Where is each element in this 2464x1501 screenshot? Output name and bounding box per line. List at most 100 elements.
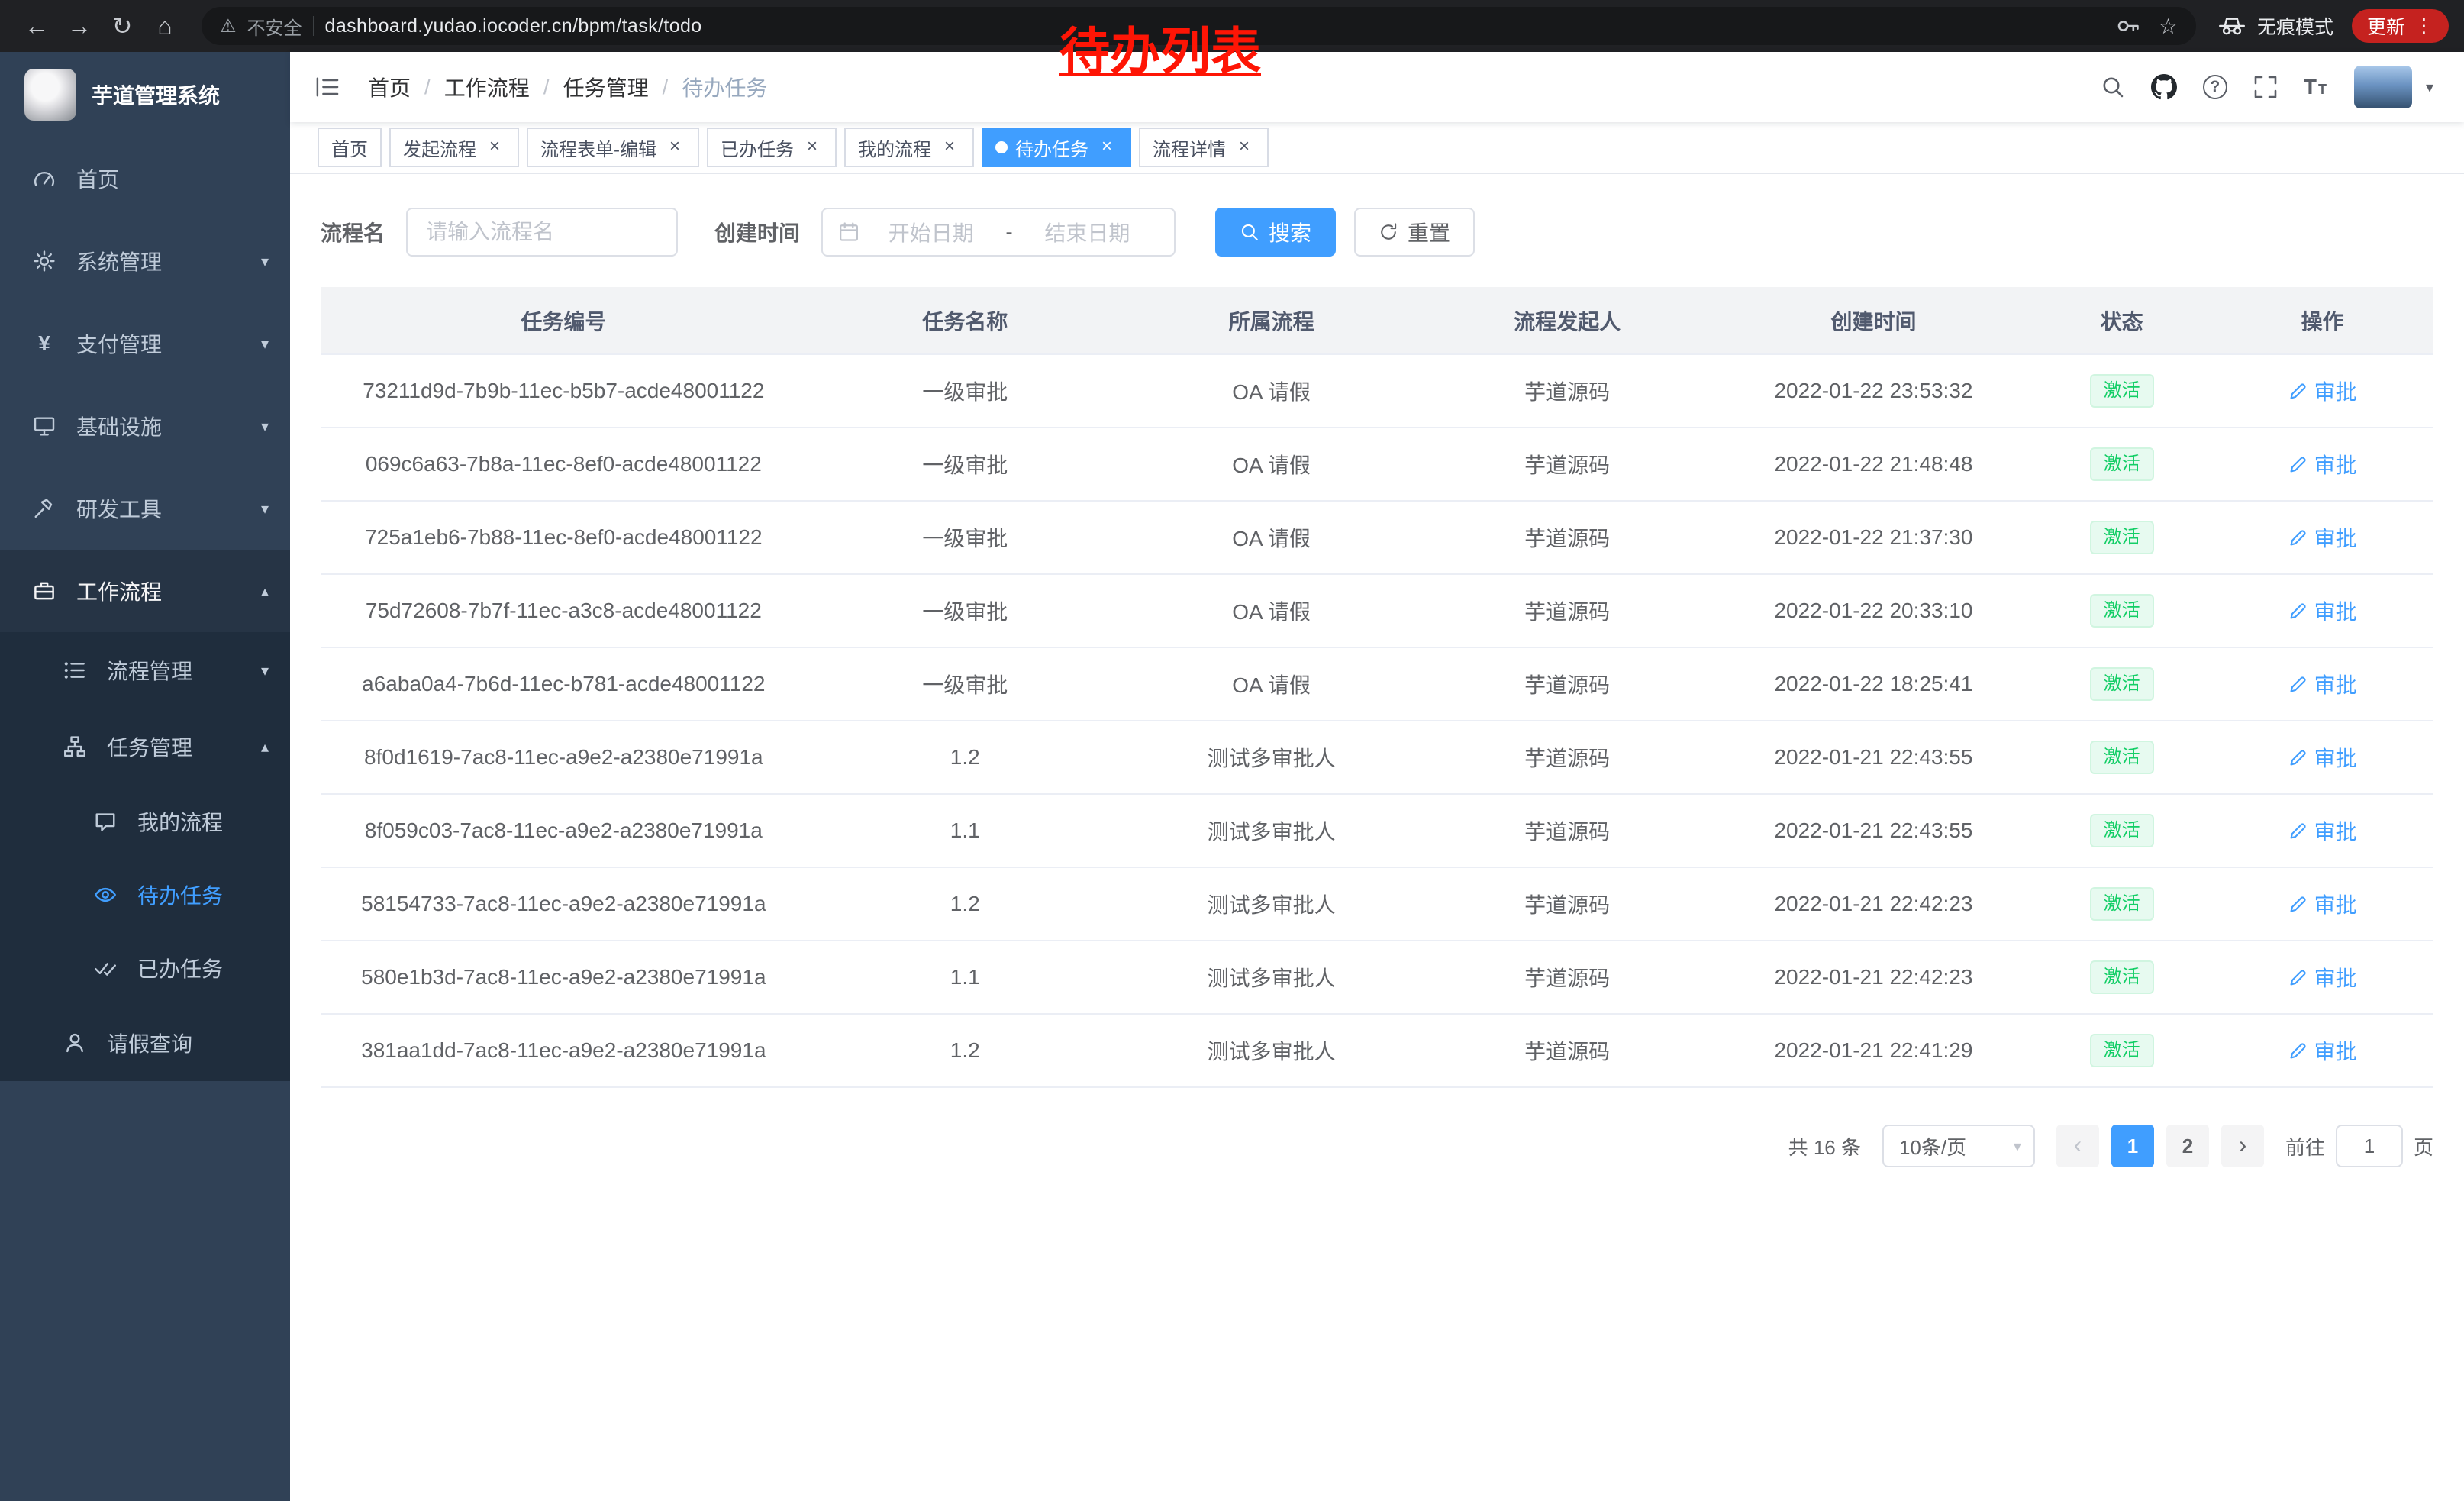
sidebar-item-process-management[interactable]: 流程管理 ▾ — [0, 632, 290, 709]
date-range-picker[interactable]: 开始日期 - 结束日期 — [821, 208, 1176, 257]
cell-task-name: 1.2 — [807, 867, 1124, 941]
incognito-label: 无痕模式 — [2257, 12, 2333, 40]
page-url[interactable]: dashboard.yudao.iocoder.cn/bpm/task/todo — [325, 15, 702, 37]
browser-update-button[interactable]: 更新 ⋮ — [2352, 9, 2449, 43]
menu-dots-icon[interactable]: ⋮ — [2414, 15, 2433, 37]
password-key-icon[interactable] — [2116, 14, 2140, 38]
search-icon[interactable] — [2101, 75, 2125, 99]
table-row: a6aba0a4-7b6d-11ec-b781-acde48001122 一级审… — [321, 647, 2433, 721]
status-badge: 激活 — [2090, 1034, 2154, 1067]
search-button[interactable]: 搜索 — [1215, 208, 1336, 257]
process-name-input[interactable] — [406, 208, 678, 257]
browser-home-icon[interactable]: ⌂ — [144, 5, 186, 47]
sidebar-item-devtools[interactable]: 研发工具 ▾ — [0, 467, 290, 550]
approve-link[interactable]: 审批 — [2288, 522, 2357, 553]
close-icon[interactable]: × — [664, 137, 685, 158]
cell-status: 激活 — [2032, 941, 2211, 1014]
user-avatar[interactable] — [2354, 66, 2412, 108]
page-button-2[interactable]: 2 — [2166, 1125, 2209, 1167]
sidebar-item-my-process[interactable]: 我的流程 — [0, 785, 290, 858]
github-icon[interactable] — [2151, 74, 2177, 100]
reset-button[interactable]: 重置 — [1354, 208, 1475, 257]
start-date-placeholder[interactable]: 开始日期 — [859, 217, 1002, 247]
approve-link[interactable]: 审批 — [2288, 962, 2357, 993]
sidebar-item-home[interactable]: 首页 — [0, 137, 290, 220]
tab-todo-tasks-active[interactable]: 待办任务 × — [982, 128, 1131, 167]
tab-my-process[interactable]: 我的流程 × — [844, 128, 974, 167]
approve-link[interactable]: 审批 — [2288, 669, 2357, 699]
approve-link[interactable]: 审批 — [2288, 376, 2357, 406]
breadcrumb-workflow[interactable]: 工作流程 — [444, 72, 530, 102]
chevron-down-icon: ▾ — [261, 334, 269, 353]
cell-status: 激活 — [2032, 867, 2211, 941]
sidebar-item-todo-tasks[interactable]: 待办任务 — [0, 858, 290, 931]
tab-process-form-edit[interactable]: 流程表单-编辑 × — [527, 128, 699, 167]
close-icon[interactable]: × — [484, 137, 505, 158]
omnibox-divider — [313, 16, 314, 36]
sidebar-item-task-management[interactable]: 任务管理 ▴ — [0, 709, 290, 785]
cell-initiator: 芋道源码 — [1419, 574, 1715, 647]
goto-page-input[interactable] — [2336, 1125, 2403, 1167]
active-dot-icon — [995, 141, 1008, 153]
approve-link[interactable]: 审批 — [2288, 889, 2357, 919]
close-icon[interactable]: × — [801, 137, 823, 158]
browser-reload-icon[interactable]: ↻ — [101, 5, 144, 47]
sidebar-toggle-icon[interactable] — [314, 76, 340, 98]
end-date-placeholder[interactable]: 结束日期 — [1016, 217, 1159, 247]
avatar-caret-icon[interactable]: ▾ — [2426, 78, 2433, 97]
status-badge: 激活 — [2090, 667, 2154, 701]
pencil-icon — [2288, 894, 2308, 914]
cell-action: 审批 — [2211, 574, 2433, 647]
incognito-badge: 无痕模式 — [2217, 12, 2333, 40]
cell-task-id: 725a1eb6-7b88-11ec-8ef0-acde48001122 — [321, 501, 807, 574]
cell-task-name: 一级审批 — [807, 574, 1124, 647]
approve-link[interactable]: 审批 — [2288, 596, 2357, 626]
cell-process: 测试多审批人 — [1124, 794, 1420, 867]
help-icon[interactable]: ? — [2203, 75, 2227, 99]
tab-done-tasks[interactable]: 已办任务 × — [707, 128, 837, 167]
prev-page-button[interactable]: ‹ — [2056, 1125, 2099, 1167]
sidebar-item-leave-query[interactable]: 请假查询 — [0, 1005, 290, 1081]
sidebar-item-workflow[interactable]: 工作流程 ▴ — [0, 550, 290, 632]
close-icon[interactable]: × — [1096, 137, 1118, 158]
top-navbar: 首页 / 工作流程 / 任务管理 / 待办任务 ? — [290, 52, 2464, 122]
breadcrumb-home[interactable]: 首页 — [368, 72, 411, 102]
cell-process: OA 请假 — [1124, 574, 1420, 647]
cell-action: 审批 — [2211, 647, 2433, 721]
cell-initiator: 芋道源码 — [1419, 501, 1715, 574]
search-icon — [1240, 222, 1259, 242]
sidebar-item-infrastructure[interactable]: 基础设施 ▾ — [0, 385, 290, 467]
fullscreen-icon[interactable] — [2253, 75, 2278, 99]
page-button-1[interactable]: 1 — [2111, 1125, 2154, 1167]
cell-process: OA 请假 — [1124, 647, 1420, 721]
close-icon[interactable]: × — [1234, 137, 1255, 158]
calendar-icon — [838, 221, 859, 243]
approve-link[interactable]: 审批 — [2288, 1035, 2357, 1066]
app-logo[interactable]: 芋道管理系统 — [0, 52, 290, 137]
cell-task-id: 75d72608-7b7f-11ec-a3c8-acde48001122 — [321, 574, 807, 647]
approve-link[interactable]: 审批 — [2288, 449, 2357, 479]
browser-forward-icon[interactable]: → — [58, 5, 101, 47]
sidebar-item-payment[interactable]: ¥ 支付管理 ▾ — [0, 302, 290, 385]
close-icon[interactable]: × — [939, 137, 960, 158]
font-size-icon[interactable]: TT — [2304, 75, 2328, 99]
cell-task-id: 73211d9d-7b9b-11ec-b5b7-acde48001122 — [321, 354, 807, 428]
goto-unit-label: 页 — [2414, 1132, 2433, 1160]
security-label[interactable]: 不安全 — [247, 13, 302, 40]
page-size-select[interactable]: 10条/页 ▾ — [1882, 1125, 2035, 1167]
browser-back-icon[interactable]: ← — [15, 5, 58, 47]
tab-start-process[interactable]: 发起流程 × — [389, 128, 519, 167]
tab-home[interactable]: 首页 — [318, 128, 382, 167]
approve-link[interactable]: 审批 — [2288, 815, 2357, 846]
chevron-up-icon: ▴ — [261, 582, 269, 601]
chevron-up-icon: ▴ — [261, 738, 269, 757]
tab-process-detail[interactable]: 流程详情 × — [1139, 128, 1269, 167]
yen-icon: ¥ — [31, 331, 58, 356]
approve-link[interactable]: 审批 — [2288, 742, 2357, 773]
goto-label: 前往 — [2285, 1132, 2325, 1160]
bookmark-star-icon[interactable]: ☆ — [2159, 14, 2178, 39]
sidebar-item-done-tasks[interactable]: 已办任务 — [0, 931, 290, 1005]
next-page-button[interactable]: › — [2221, 1125, 2264, 1167]
breadcrumb-task-management[interactable]: 任务管理 — [563, 72, 649, 102]
sidebar-item-system[interactable]: 系统管理 ▾ — [0, 220, 290, 302]
